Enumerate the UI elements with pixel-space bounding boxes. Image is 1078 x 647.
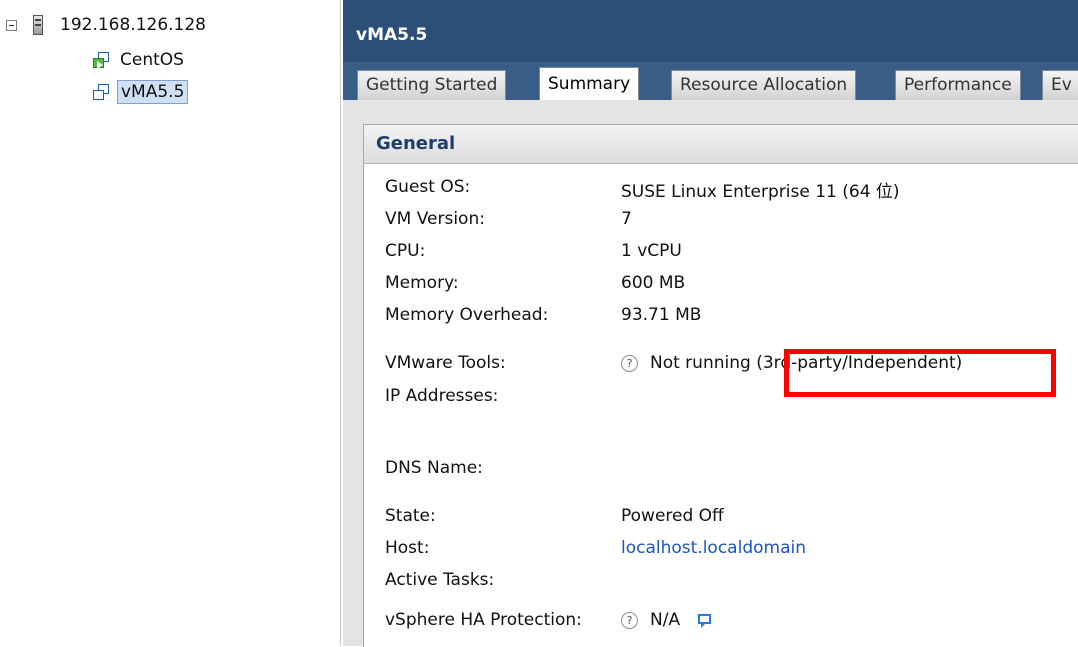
active-tasks-label: Active Tasks: (385, 570, 495, 590)
comment-icon[interactable] (698, 614, 712, 628)
tree-item-host[interactable]: 192.168.126.128 (6, 12, 209, 38)
tree-item-centos[interactable]: CentOS (93, 47, 187, 73)
section-title: General (376, 133, 456, 154)
memory-overhead-label: Memory Overhead: (385, 305, 549, 325)
cpu-label: CPU: (385, 241, 426, 261)
vm-label-centos: CentOS (120, 50, 184, 70)
dns-name-label: DNS Name: (385, 458, 483, 478)
ha-protection-value-row: ? N/A (621, 610, 712, 630)
state-value: Powered Off (621, 506, 724, 526)
title-bar: vMA5.5 (343, 0, 1078, 62)
vmware-tools-label: VMware Tools: (385, 353, 506, 373)
vm-label-vma: vMA5.5 (117, 80, 189, 104)
tree-item-vma[interactable]: vMA5.5 (93, 79, 189, 105)
guest-os-label: Guest OS: (385, 177, 471, 197)
annotation-highlight-box (784, 349, 1056, 397)
host-label: 192.168.126.128 (60, 15, 207, 35)
host-label-field: Host: (385, 538, 430, 558)
ip-addresses-label: IP Addresses: (385, 386, 499, 406)
tab-events[interactable]: Ev (1042, 70, 1078, 100)
inventory-tree: 192.168.126.128 CentOS vMA5.5 (0, 0, 341, 646)
vm-version-value: 7 (621, 209, 632, 229)
memory-overhead-value: 93.71 MB (621, 305, 702, 325)
page-title: vMA5.5 (356, 25, 428, 45)
main-panel: vMA5.5 Getting Started Summary Resource … (343, 0, 1078, 647)
ha-protection-value: N/A (650, 610, 681, 630)
tab-getting-started[interactable]: Getting Started (357, 70, 507, 100)
ha-protection-label: vSphere HA Protection: (385, 610, 582, 630)
tab-summary[interactable]: Summary (539, 67, 640, 100)
collapse-icon[interactable] (6, 19, 17, 31)
tab-performance[interactable]: Performance (895, 70, 1021, 100)
host-link[interactable]: localhost.localdomain (621, 538, 806, 558)
vm-powered-on-icon (93, 51, 111, 69)
memory-label: Memory: (385, 273, 459, 293)
memory-value: 600 MB (621, 273, 686, 293)
help-icon[interactable]: ? (621, 611, 638, 629)
tab-strip: Getting Started Summary Resource Allocat… (343, 62, 1078, 101)
host-server-icon (33, 15, 43, 35)
state-label: State: (385, 506, 436, 526)
vm-version-label: VM Version: (385, 209, 485, 229)
section-header[interactable]: General (364, 125, 1078, 164)
cpu-value: 1 vCPU (621, 241, 682, 261)
vm-icon (93, 83, 111, 101)
help-icon[interactable]: ? (621, 354, 638, 372)
tab-resource-allocation[interactable]: Resource Allocation (671, 70, 857, 100)
guest-os-value: SUSE Linux Enterprise 11 (64 位) (621, 182, 900, 202)
